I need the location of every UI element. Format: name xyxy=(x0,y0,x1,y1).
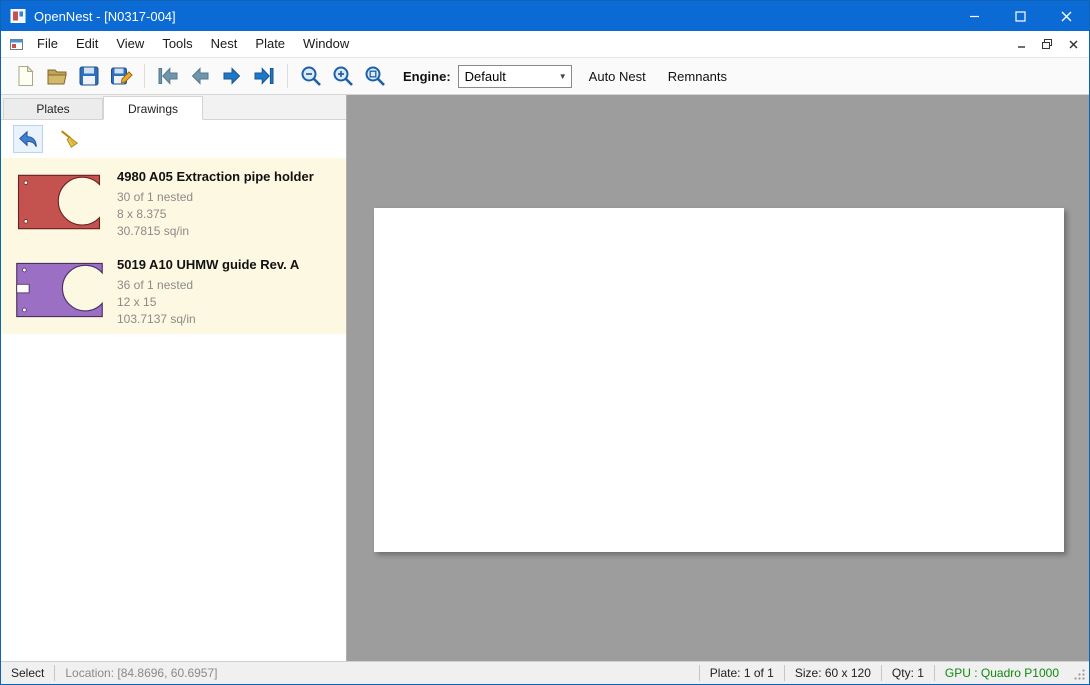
zoom-fit-button[interactable] xyxy=(359,62,391,90)
document-icon[interactable] xyxy=(9,37,24,52)
drawing-title: 4980 A05 Extraction pipe holder xyxy=(117,169,314,184)
mdi-window-controls xyxy=(1011,36,1089,53)
first-plate-button[interactable] xyxy=(152,62,184,90)
list-item[interactable]: 5019 A10 UHMW guide Rev. A 36 of 1 neste… xyxy=(1,246,346,334)
drawing-nested-count: 30 of 1 nested xyxy=(117,189,314,206)
zoom-in-icon xyxy=(331,64,355,88)
next-arrow-icon xyxy=(220,64,244,88)
drawing-thumbnail xyxy=(7,251,111,329)
drawings-toolbar xyxy=(1,120,346,158)
window-controls xyxy=(951,1,1089,31)
size-indicator: Size: 60 x 120 xyxy=(785,663,881,684)
blue-arrow-icon xyxy=(17,128,39,150)
qty-indicator: Qty: 1 xyxy=(882,663,934,684)
open-folder-icon xyxy=(45,64,69,88)
drawing-size: 8 x 8.375 xyxy=(117,206,314,223)
broom-icon xyxy=(58,128,80,150)
app-icon xyxy=(10,8,26,24)
menu-tools[interactable]: Tools xyxy=(153,33,201,55)
location-indicator: Location: [84.8696, 60.6957] xyxy=(55,663,227,684)
drawing-info: 5019 A10 UHMW guide Rev. A 36 of 1 neste… xyxy=(111,251,299,329)
close-button[interactable] xyxy=(1043,1,1089,31)
menu-bar: File Edit View Tools Nest Plate Window xyxy=(1,31,1089,58)
mdi-close-button[interactable] xyxy=(1063,36,1083,53)
drawings-list: 4980 A05 Extraction pipe holder 30 of 1 … xyxy=(1,158,346,334)
first-arrow-icon xyxy=(156,64,180,88)
mode-indicator: Select xyxy=(1,663,54,684)
menu-view[interactable]: View xyxy=(107,33,153,55)
new-button[interactable] xyxy=(9,62,41,90)
menu-file[interactable]: File xyxy=(28,33,67,55)
drawing-area: 30.7815 sq/in xyxy=(117,223,314,240)
chevron-down-icon: ▼ xyxy=(559,72,571,81)
menu-window[interactable]: Window xyxy=(294,33,358,55)
last-plate-button[interactable] xyxy=(248,62,280,90)
mdi-restore-button[interactable] xyxy=(1037,36,1057,53)
maximize-button[interactable] xyxy=(997,1,1043,31)
drawing-info: 4980 A05 Extraction pipe holder 30 of 1 … xyxy=(111,163,314,241)
save-as-icon xyxy=(109,64,133,88)
main-toolbar: Engine: Default ▼ Auto Nest Remnants xyxy=(1,58,1089,95)
nest-canvas[interactable] xyxy=(347,95,1089,661)
next-plate-button[interactable] xyxy=(216,62,248,90)
status-bar: Select Location: [84.8696, 60.6957] Plat… xyxy=(1,661,1089,684)
save-as-button[interactable] xyxy=(105,62,137,90)
drawing-size: 12 x 15 xyxy=(117,294,299,311)
menu-plate[interactable]: Plate xyxy=(246,33,294,55)
auto-nest-button[interactable]: Auto Nest xyxy=(578,69,657,84)
save-icon xyxy=(77,64,101,88)
drawing-area: 103.7137 sq/in xyxy=(117,311,299,328)
save-button[interactable] xyxy=(73,62,105,90)
drawing-title: 5019 A10 UHMW guide Rev. A xyxy=(117,257,299,272)
engine-label: Engine: xyxy=(403,69,451,84)
drawing-nested-count: 36 of 1 nested xyxy=(117,277,299,294)
minimize-button[interactable] xyxy=(951,1,997,31)
tab-drawings[interactable]: Drawings xyxy=(103,96,203,120)
engine-value: Default xyxy=(465,69,506,84)
mdi-minimize-button[interactable] xyxy=(1011,36,1031,53)
tab-plates[interactable]: Plates xyxy=(3,98,103,119)
clear-drawings-button[interactable] xyxy=(55,126,83,152)
zoom-fit-icon xyxy=(363,64,387,88)
plate-indicator: Plate: 1 of 1 xyxy=(700,663,784,684)
previous-arrow-icon xyxy=(188,64,212,88)
window-title: OpenNest - [N0317-004] xyxy=(34,9,176,24)
drawing-thumbnail xyxy=(7,163,111,241)
previous-plate-button[interactable] xyxy=(184,62,216,90)
toolbar-separator xyxy=(287,64,288,88)
main-area: Plates Drawings xyxy=(1,95,1089,661)
last-arrow-icon xyxy=(252,64,276,88)
zoom-out-button[interactable] xyxy=(295,62,327,90)
toolbar-separator xyxy=(144,64,145,88)
menu-edit[interactable]: Edit xyxy=(67,33,107,55)
gpu-indicator: GPU : Quadro P1000 xyxy=(935,663,1069,684)
open-button[interactable] xyxy=(41,62,73,90)
engine-select[interactable]: Default ▼ xyxy=(458,65,572,88)
zoom-in-button[interactable] xyxy=(327,62,359,90)
zoom-out-icon xyxy=(299,64,323,88)
title-bar: OpenNest - [N0317-004] xyxy=(1,1,1089,31)
app-window: OpenNest - [N0317-004] File Edit View To… xyxy=(0,0,1090,685)
list-item[interactable]: 4980 A05 Extraction pipe holder 30 of 1 … xyxy=(1,158,346,246)
new-file-icon xyxy=(13,64,37,88)
remnants-button[interactable]: Remnants xyxy=(657,69,738,84)
plate[interactable] xyxy=(374,208,1064,552)
menu-nest[interactable]: Nest xyxy=(202,33,247,55)
import-drawing-button[interactable] xyxy=(13,125,43,153)
nest-plate-svg[interactable] xyxy=(374,208,1064,552)
sidebar: Plates Drawings xyxy=(1,95,347,661)
sidebar-tabs: Plates Drawings xyxy=(1,95,346,120)
resize-grip-icon[interactable] xyxy=(1073,668,1086,684)
